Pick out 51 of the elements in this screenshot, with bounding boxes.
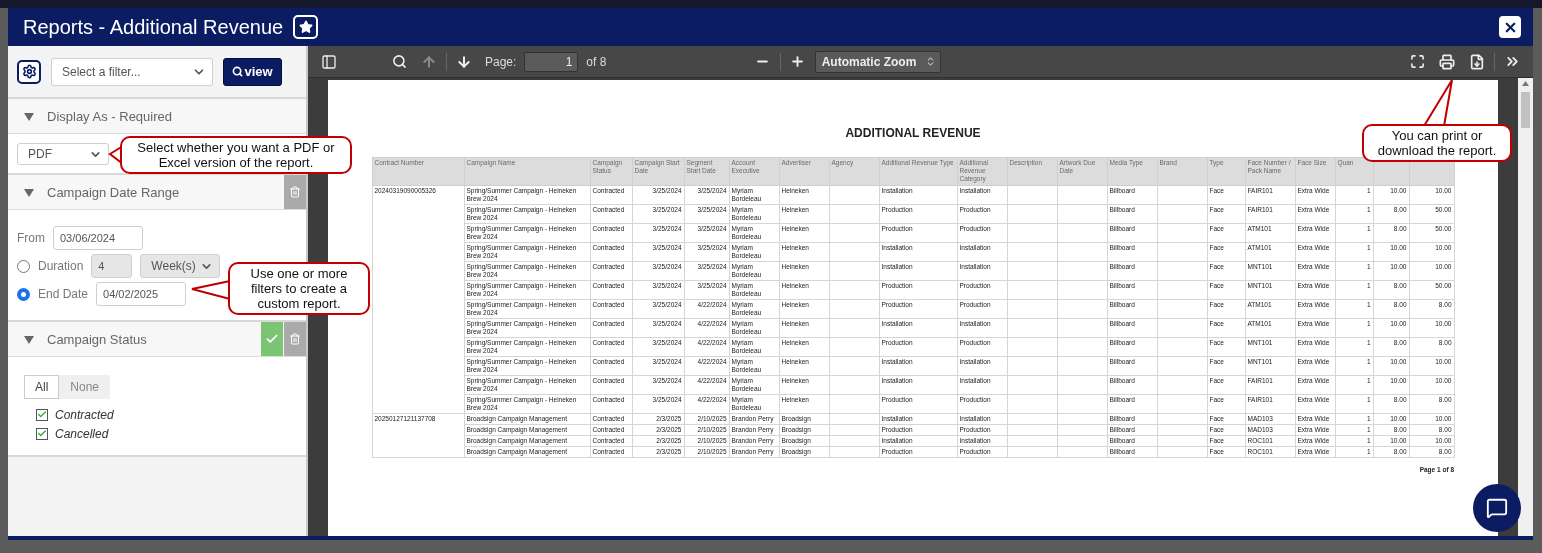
section-title: Campaign Status [47, 331, 147, 347]
zoom-select[interactable]: Automatic Zoom [814, 50, 941, 73]
trash-icon [289, 333, 301, 345]
star-icon [298, 20, 313, 34]
filter-select[interactable]: Select a filter... [51, 57, 213, 86]
trash-icon [289, 186, 301, 198]
scrollbar-thumb[interactable] [1521, 92, 1530, 128]
settings-button[interactable] [17, 59, 41, 84]
settings-icon [21, 64, 37, 79]
window-title: Reports - Additional Revenue [23, 15, 284, 39]
check-icon [37, 409, 47, 420]
page-count: of 8 [586, 54, 607, 69]
checkbox[interactable] [36, 427, 48, 440]
checkbox-label: Cancelled [55, 426, 109, 441]
chat-icon [1486, 497, 1508, 519]
checkbox-label: Contracted [55, 407, 114, 422]
select-value: PDF [28, 147, 52, 161]
collapse-triangle-icon[interactable] [24, 187, 34, 197]
select-value: Week(s) [151, 259, 196, 273]
date-option-field[interactable]: 04/02/2025 [96, 282, 187, 306]
radio-button[interactable] [17, 287, 30, 301]
section-header[interactable]: Campaign Date Range [8, 175, 306, 210]
from-date-field[interactable]: 03/06/2024 [53, 226, 143, 250]
collapse-triangle-icon[interactable] [24, 334, 34, 344]
section-title: Campaign Date Range [47, 184, 180, 200]
section-header[interactable]: Campaign Status [8, 322, 306, 357]
unit-select[interactable]: Week(s) [140, 254, 221, 278]
favorite-button[interactable] [293, 15, 319, 39]
check-icon [265, 332, 279, 346]
option-label: End Date [38, 287, 89, 301]
check-icon [37, 428, 47, 439]
search-icon [232, 66, 244, 77]
select-value: Automatic Zoom [821, 54, 917, 69]
from-label: From [17, 231, 45, 245]
callout-note: Use one or more filters to create a custom report. [228, 262, 370, 315]
checkbox[interactable] [36, 408, 48, 421]
collapse-triangle-icon[interactable] [24, 111, 34, 121]
page-label: Page: [485, 54, 517, 69]
section-title: Display As - Required [47, 108, 172, 124]
view-button[interactable]: view [223, 57, 282, 86]
page-number-field[interactable]: 1 [524, 51, 579, 72]
format-select[interactable]: PDF [17, 143, 109, 165]
callout-note: You can print or download the report. [1362, 124, 1512, 162]
report-title: ADDITIONAL REVENUE [845, 126, 981, 140]
callout-note: Select whether you want a PDF or Excel version of the report. [120, 136, 352, 174]
select-placeholder: Select a filter... [62, 64, 141, 79]
option-label: Duration [38, 259, 84, 273]
scroll-up-arrow-icon[interactable] [1522, 81, 1529, 86]
toggle-button[interactable]: All [24, 375, 60, 399]
radio-button[interactable] [17, 259, 30, 273]
close-button[interactable] [1499, 16, 1521, 38]
